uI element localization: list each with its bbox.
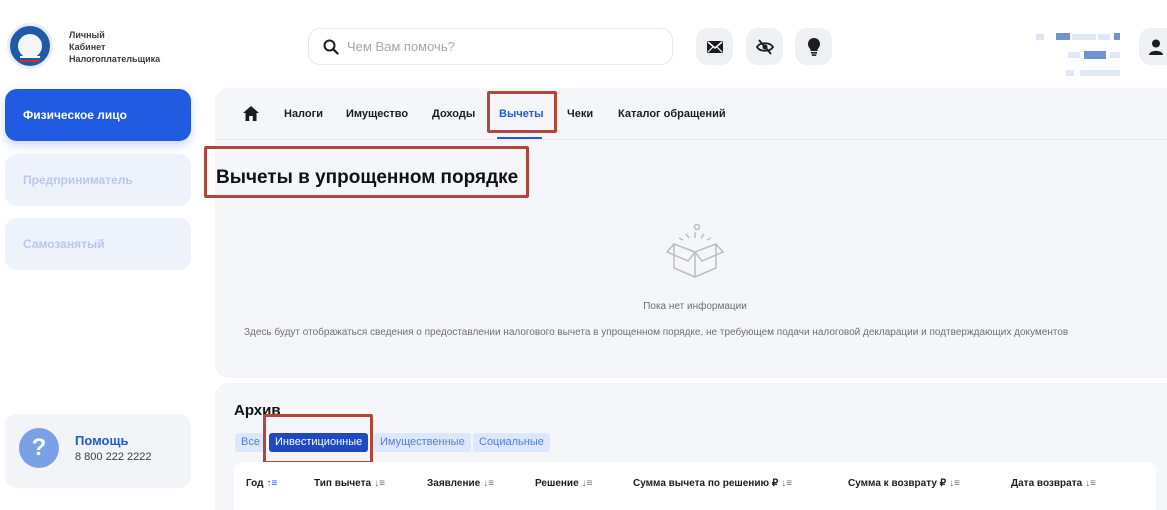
nav-item-income[interactable]: Доходы: [432, 108, 475, 120]
search-box[interactable]: [308, 28, 673, 65]
column-header-decision[interactable]: Решение ↓≡: [535, 478, 592, 489]
sort-icon[interactable]: ↓≡: [483, 478, 494, 489]
sidebar-item-individual[interactable]: Физическое лицо: [5, 89, 191, 141]
home-icon: [243, 106, 259, 121]
column-header-type[interactable]: Тип вычета ↓≡: [314, 478, 385, 489]
visibility-button[interactable]: [746, 28, 783, 65]
nav-item-property[interactable]: Имущество: [346, 108, 408, 120]
column-header-application[interactable]: Заявление ↓≡: [427, 478, 494, 489]
column-header-year[interactable]: Год ↑≡: [246, 478, 277, 489]
bulb-icon: [807, 37, 820, 56]
help-question-icon: ?: [19, 428, 59, 468]
tab-property[interactable]: Имущественные: [374, 433, 471, 452]
sort-icon[interactable]: ↓≡: [781, 478, 792, 489]
search-input[interactable]: [347, 39, 647, 54]
highlight-box-nav: [487, 91, 557, 133]
logo-line: Налогоплательщика: [69, 54, 161, 64]
sort-asc-icon[interactable]: ↑≡: [267, 478, 278, 489]
column-header-refund-date[interactable]: Дата возврата ↓≡: [1011, 478, 1096, 489]
help-card[interactable]: ? Помощь 8 800 222 2222: [5, 414, 191, 488]
eye-off-icon: [755, 38, 774, 55]
sidebar-item-entrepreneur[interactable]: Предприниматель: [5, 154, 191, 206]
highlight-box-title: [204, 146, 529, 198]
logo-text: Личный Кабинет Налогоплательщика: [69, 29, 160, 65]
sidebar-item-self-employed[interactable]: Самозанятый: [5, 218, 191, 270]
empty-state-description: Здесь будут отображаться сведения о пред…: [244, 327, 1069, 338]
sort-icon[interactable]: ↓≡: [582, 478, 593, 489]
tab-all[interactable]: Все: [235, 433, 266, 452]
logo-line: Кабинет: [69, 42, 106, 52]
sort-icon[interactable]: ↓≡: [949, 478, 960, 489]
user-menu-button[interactable]: [1139, 28, 1167, 65]
nav-active-underline: [497, 137, 542, 139]
empty-state-title: Пока нет информации: [643, 301, 747, 312]
nav-item-taxes[interactable]: Налоги: [284, 108, 323, 120]
sort-icon[interactable]: ↓≡: [1085, 478, 1096, 489]
empty-box-icon: [664, 222, 726, 289]
highlight-box-tab: [263, 414, 373, 464]
help-title: Помощь: [75, 433, 129, 448]
search-icon: [323, 39, 339, 55]
nav-item-requests-catalog[interactable]: Каталог обращений: [618, 108, 726, 120]
fns-logo[interactable]: [7, 23, 53, 69]
tips-button[interactable]: [795, 28, 832, 65]
column-header-deduction-sum[interactable]: Сумма вычета по решению ₽ ↓≡: [633, 478, 792, 489]
nav-item-receipts[interactable]: Чеки: [567, 108, 593, 120]
tab-social[interactable]: Социальные: [473, 433, 550, 452]
sort-icon[interactable]: ↓≡: [374, 478, 385, 489]
nav-home[interactable]: [243, 106, 259, 126]
column-header-refund-sum[interactable]: Сумма к возврату ₽ ↓≡: [848, 478, 960, 489]
mail-icon: [706, 40, 723, 53]
user-icon: [1149, 39, 1163, 55]
mail-button[interactable]: [696, 28, 733, 65]
help-phone[interactable]: 8 800 222 2222: [75, 451, 151, 463]
logo-line: Личный: [69, 30, 105, 40]
